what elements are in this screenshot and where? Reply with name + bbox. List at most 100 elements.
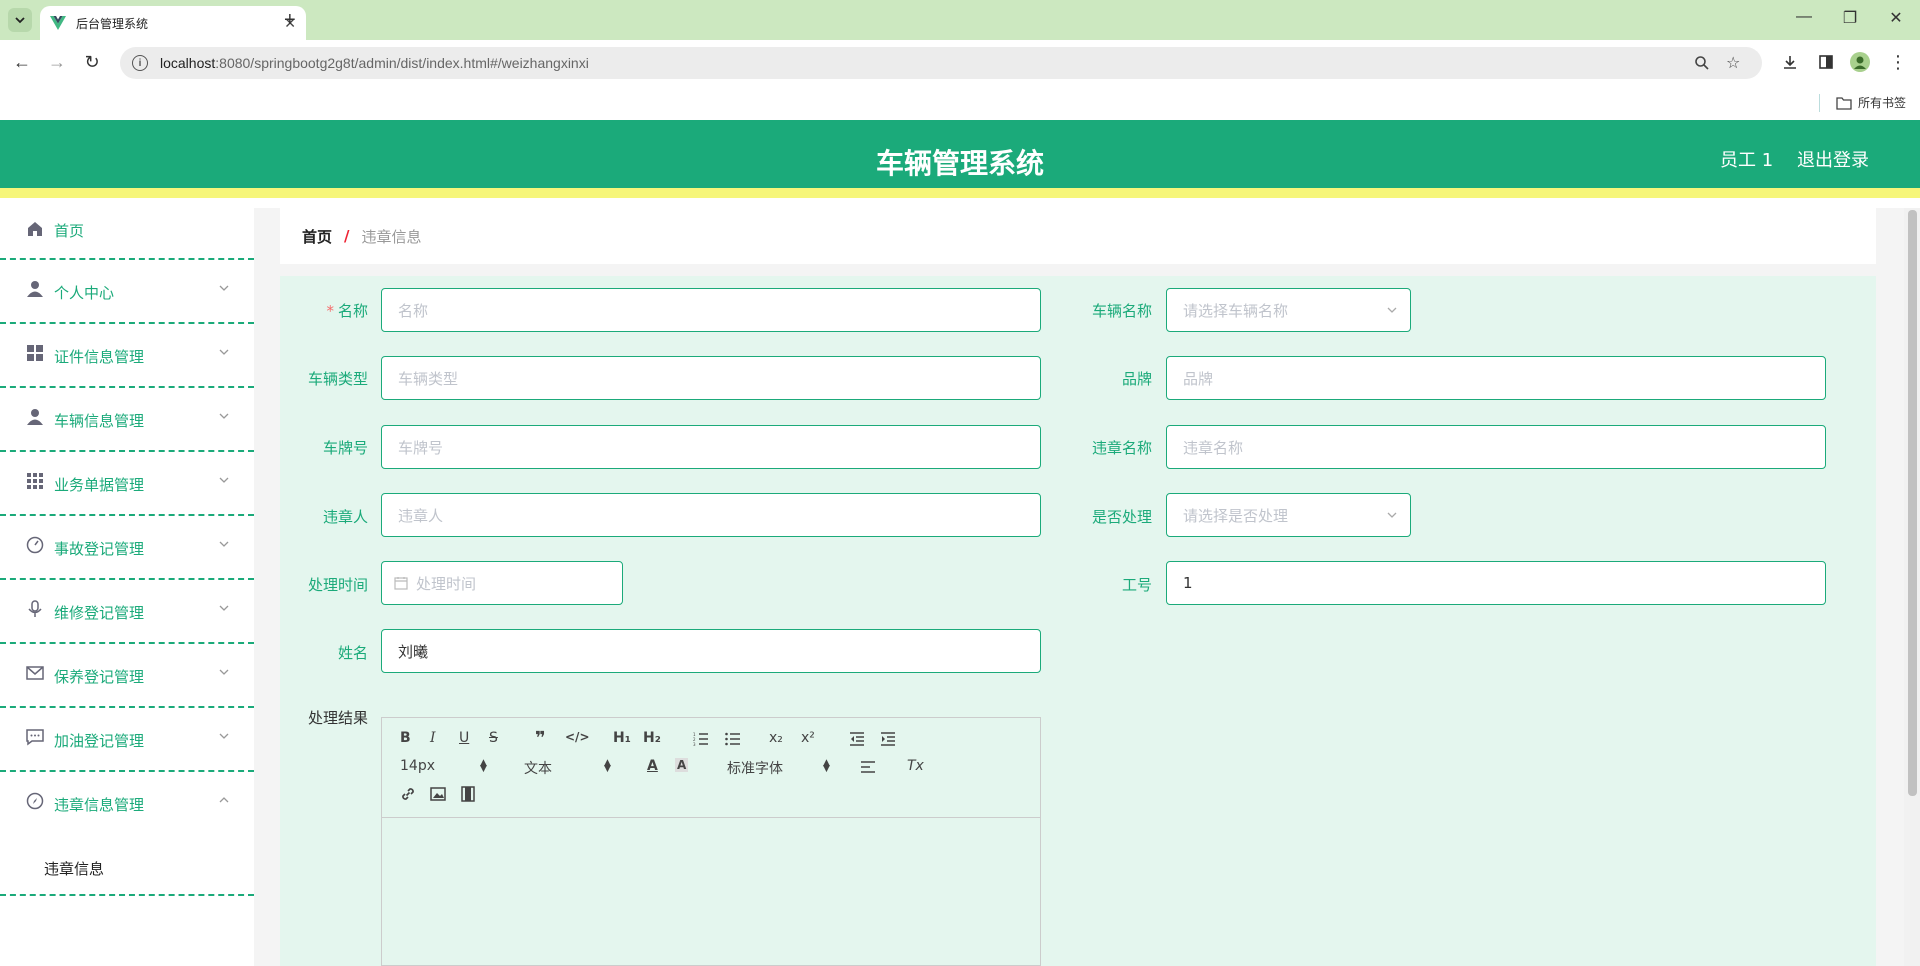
handle-time-picker[interactable]: 处理时间 [381,561,623,605]
subscript-icon[interactable]: x₂ [769,730,783,746]
vehicle-name-label: 车辆名称 [1091,302,1152,320]
name-input[interactable]: 名称 [381,288,1041,332]
side-panel-icon[interactable] [1814,50,1838,74]
ordered-list-icon[interactable]: 123 [693,732,709,746]
superscript-icon[interactable]: x² [801,730,815,746]
minimize-icon[interactable]: — [1792,8,1816,26]
font-color-icon[interactable]: A [647,758,658,774]
violation-name-label: 违章名称 [1091,439,1152,457]
background-color-icon[interactable]: A [675,758,689,772]
font-family-select[interactable]: 标准字体 ▲ ▼ [727,758,832,778]
image-icon[interactable] [430,786,446,802]
violator-input[interactable]: 违章人 [381,493,1041,537]
chevron-down-icon [219,605,229,611]
restore-icon[interactable]: ❐ [1838,8,1862,28]
vehicle-name-select[interactable]: 请选择车辆名称 [1166,288,1411,332]
link-icon[interactable] [400,786,416,802]
sidebar-item-refueling[interactable]: 加油登记管理 [0,708,254,772]
violation-name-input[interactable]: 违章名称 [1166,425,1826,469]
sidebar-item-personal-center[interactable]: 个人中心 [0,260,254,324]
bullet-list-icon[interactable] [725,732,741,746]
tab-search-button[interactable] [8,8,32,32]
chevron-down-icon [1387,307,1397,313]
handled-placeholder: 请选择是否处理 [1183,506,1289,525]
sidebar-item-violations[interactable]: 违章信息管理 [0,772,254,836]
sidebar-item-label: 事故登记管理 [54,540,145,558]
sidebar-subitem-violation-info[interactable]: 违章信息 [0,836,254,896]
bookmarks-divider [1819,94,1820,112]
vue-logo-icon [50,16,66,30]
back-icon[interactable]: ← [10,50,34,74]
select-arrows-icon: ▲ ▼ [480,758,487,774]
full-name-label: 姓名 [337,644,368,662]
job-no-input[interactable]: 1 [1166,561,1826,605]
browser-menu-icon[interactable]: ⋮ [1886,50,1910,74]
breadcrumb: 首页 / 违章信息 [280,208,1876,264]
app-header: 车辆管理系统 员工 1 退出登录 [0,120,1920,198]
sidebar-item-certificates[interactable]: 证件信息管理 [0,324,254,388]
outdent-icon[interactable] [849,732,865,746]
breadcrumb-home[interactable]: 首页 [302,226,332,247]
plate-label: 车牌号 [322,439,368,457]
profile-avatar-icon[interactable] [1848,50,1872,74]
video-icon[interactable] [460,786,476,802]
full-name-input[interactable]: 刘曦 [381,629,1041,673]
bookmark-star-icon[interactable]: ☆ [1726,47,1740,79]
sidebar-item-accidents[interactable]: 事故登记管理 [0,516,254,580]
align-left-icon[interactable] [860,760,876,774]
chevron-down-icon [219,541,229,547]
close-window-icon[interactable]: ✕ [1884,8,1908,28]
download-icon[interactable] [1778,50,1802,74]
new-tab-icon[interactable]: + [284,10,296,30]
sidebar-item-maintenance[interactable]: 保养登记管理 [0,644,254,708]
sidebar-item-label: 保养登记管理 [54,668,145,686]
calendar-icon [394,577,408,590]
editor-content-area[interactable] [382,818,1040,966]
sidebar-item-vehicles[interactable]: 车辆信息管理 [0,388,254,452]
logout-link[interactable]: 退出登录 [1797,146,1869,172]
site-info-icon[interactable]: i [132,55,148,71]
text-format-select[interactable]: 文本 ▲ ▼ [524,758,614,778]
reload-icon[interactable]: ↻ [80,50,104,74]
blockquote-icon[interactable]: ❞ [535,728,546,749]
sidebar-item-business-docs[interactable]: 业务单据管理 [0,452,254,516]
editor-toolbar: B I U S ❞ </> H₁ H₂ 123 x₂ x² 14px ▲ ▼ 文本… [382,718,1040,818]
all-bookmarks-button[interactable]: 所有书签 [1836,94,1906,111]
bold-icon[interactable]: B [400,730,411,746]
chevron-down-icon [219,733,229,739]
sidebar-item-home[interactable]: 首页 [0,208,254,260]
code-icon[interactable]: </> [565,730,590,744]
sidebar-item-repairs[interactable]: 维修登记管理 [0,580,254,644]
heading-1-icon[interactable]: H₁ [613,730,631,746]
vehicle-type-input[interactable]: 车辆类型 [381,356,1041,400]
italic-icon[interactable]: I [430,730,436,746]
browser-tab[interactable]: 后台管理系统 ✕ [40,6,306,40]
underline-icon[interactable]: U [459,730,469,746]
page-scrollbar[interactable] [1904,208,1920,966]
font-size-value: 14px [400,758,435,774]
sidebar-item-label: 车辆信息管理 [54,412,145,430]
clear-format-icon[interactable]: Tx [907,758,924,774]
font-size-select[interactable]: 14px ▲ ▼ [400,758,490,774]
plate-input[interactable]: 车牌号 [381,425,1041,469]
gauge-icon [26,536,44,554]
bookmarks-bar: 所有书签 [0,86,1920,120]
brand-input[interactable]: 品牌 [1166,356,1826,400]
scrollbar-thumb[interactable] [1908,210,1917,796]
user-icon [27,409,43,425]
name-label: * 名称 [326,302,368,320]
indent-icon[interactable] [880,732,896,746]
zoom-icon[interactable] [1694,47,1710,79]
all-bookmarks-label: 所有书签 [1857,96,1906,110]
url-field[interactable]: i localhost:8080/springbootg2g8t/admin/d… [120,47,1762,79]
handled-select[interactable]: 请选择是否处理 [1166,493,1411,537]
handled-label: 是否处理 [1091,508,1152,526]
font-family-value: 标准字体 [727,761,783,777]
select-arrows-icon: ▲ ▼ [604,758,611,774]
heading-2-icon[interactable]: H₂ [643,730,661,746]
forward-icon[interactable]: → [45,50,69,74]
breadcrumb-separator: / [344,227,350,245]
breadcrumb-current: 违章信息 [361,227,422,246]
strikethrough-icon[interactable]: S [489,730,498,746]
chevron-down-icon [15,17,25,24]
